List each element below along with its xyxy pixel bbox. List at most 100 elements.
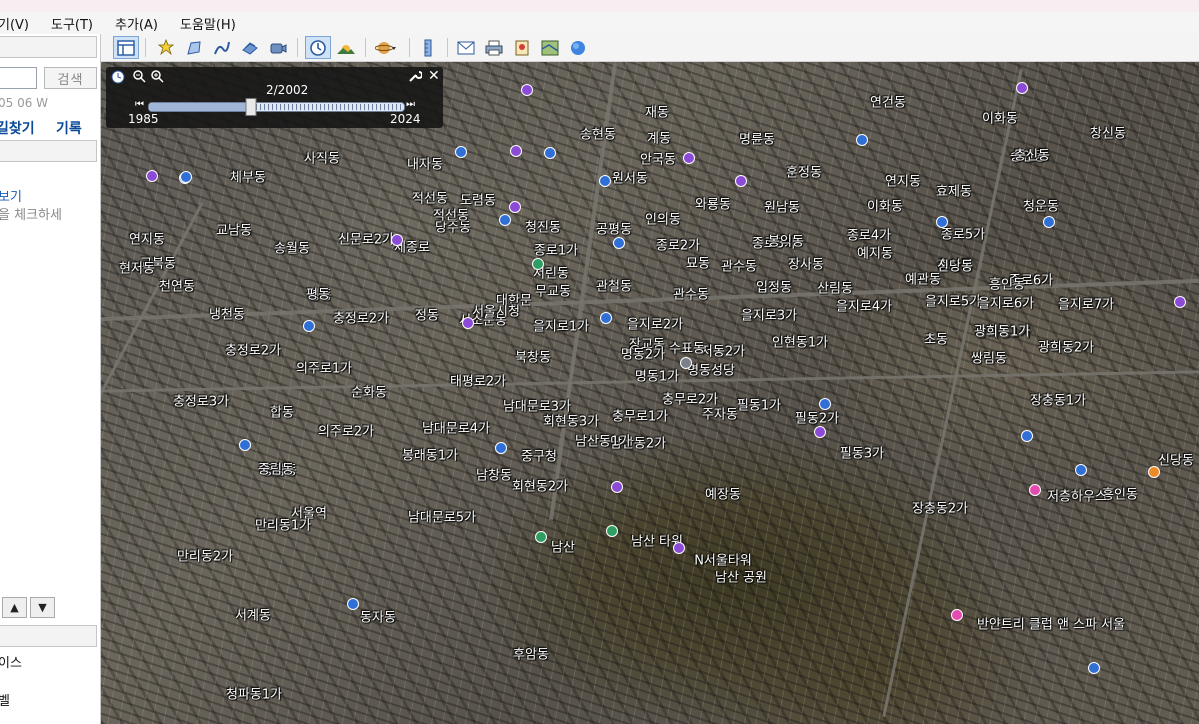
map-place-label[interactable]: 충정로3가 — [173, 391, 229, 410]
map-pin-icon[interactable] — [1075, 464, 1087, 476]
map-place-label[interactable]: 안국동 — [640, 149, 676, 168]
map-place-label[interactable]: 저동2가 — [701, 341, 745, 360]
map-place-label[interactable]: 명동1가 — [635, 366, 679, 385]
map-place-label[interactable]: 내자동 — [407, 154, 443, 173]
map-place-label[interactable]: 쌍림동 — [971, 348, 1007, 367]
menu-view[interactable]: 기(V) — [0, 14, 29, 33]
map-place-label[interactable]: 계동 — [647, 128, 671, 147]
layer-item[interactable]: 이스 — [0, 652, 22, 671]
sunlight-icon[interactable] — [333, 36, 359, 59]
map-pin-icon[interactable] — [303, 320, 315, 332]
map-place-label[interactable]: 연지동 — [129, 229, 165, 248]
map-place-label[interactable]: 종로1가 — [534, 240, 578, 259]
places-panel-header[interactable] — [0, 140, 97, 162]
map-place-label[interactable]: 을지로2가 — [627, 314, 683, 333]
map-place-label[interactable]: 인의동 — [645, 209, 681, 228]
map-place-label[interactable]: 관철동 — [596, 276, 632, 295]
map-place-label[interactable]: 초동 — [924, 329, 948, 348]
map-place-label[interactable]: 정동 — [415, 305, 439, 324]
path-icon[interactable] — [209, 36, 235, 59]
map-place-label[interactable]: 순화동 — [351, 382, 387, 401]
map-place-label[interactable]: 이화동 — [867, 196, 903, 215]
map-place-label[interactable]: 천연동 — [159, 276, 195, 295]
map-place-label[interactable]: 남대문로5가 — [408, 507, 476, 526]
map-pin-icon[interactable] — [347, 598, 359, 610]
map-place-label[interactable]: 남대문로3가 — [503, 396, 571, 415]
map-pin-icon[interactable] — [673, 542, 685, 554]
map-pin-icon[interactable] — [146, 170, 158, 182]
map-pin-icon[interactable] — [599, 175, 611, 187]
map-place-label[interactable]: 을지로5가 — [925, 291, 981, 310]
search-panel-header[interactable] — [0, 36, 97, 58]
map-place-label[interactable]: 회현동2가 — [512, 476, 568, 495]
map-place-label[interactable]: 중구청 — [521, 446, 557, 465]
print-icon[interactable] — [481, 36, 507, 59]
map-place-label[interactable]: 충정로2가 — [225, 340, 281, 359]
view-link[interactable]: 보기 — [0, 186, 22, 205]
map-pin-icon[interactable] — [683, 152, 695, 164]
map-pin-icon[interactable] — [1021, 430, 1033, 442]
search-button[interactable]: 검색 — [44, 67, 97, 89]
map-place-label[interactable]: 체부동 — [230, 167, 266, 186]
map-place-label[interactable]: 봉익동 — [768, 231, 804, 250]
map-place-label[interactable]: 합동 — [270, 402, 294, 421]
map-place-label[interactable]: 이화동 — [982, 108, 1018, 127]
map-pin-icon[interactable] — [680, 357, 692, 369]
map-place-label[interactable]: 동자동 — [360, 607, 396, 626]
map-place-label[interactable]: 북창동 — [515, 347, 551, 366]
map-place-label[interactable]: 의주로2가 — [318, 421, 374, 440]
map-pin-icon[interactable] — [499, 214, 511, 226]
map-place-label[interactable]: 종로4가 — [847, 225, 891, 244]
map-place-label[interactable]: 남대문로4가 — [422, 418, 490, 437]
image-overlay-icon[interactable] — [237, 36, 263, 59]
map-pin-icon[interactable] — [495, 442, 507, 454]
map-place-label[interactable]: 봉래동1가 — [402, 445, 458, 464]
next-date-icon[interactable]: ⏭ — [406, 99, 415, 110]
map-place-label[interactable]: 광희동2가 — [1038, 337, 1094, 356]
map-place-label[interactable]: 교남동 — [216, 220, 252, 239]
map-place-label[interactable]: 만리동2가 — [177, 546, 233, 565]
ruler-icon[interactable] — [415, 36, 441, 59]
map-pin-icon[interactable] — [735, 175, 747, 187]
map-place-label[interactable]: 충신동 — [1014, 145, 1050, 164]
sidebar-toggle-icon[interactable] — [113, 36, 139, 59]
map-pin-icon[interactable] — [510, 145, 522, 157]
map-place-label[interactable]: 필동3가 — [840, 443, 884, 462]
map-place-label[interactable]: 필동2가 — [795, 408, 839, 427]
tab-history[interactable]: 기록 — [56, 118, 82, 138]
map-place-label[interactable]: 인현동1가 — [772, 332, 828, 351]
map-place-label[interactable]: 냉천동 — [209, 304, 245, 323]
map-place-label[interactable]: 남창동 — [476, 465, 512, 484]
record-tour-icon[interactable] — [265, 36, 291, 59]
map-pin-icon[interactable] — [544, 147, 556, 159]
map-place-label[interactable]: 장충동2가 — [912, 498, 968, 517]
map-place-label[interactable]: 사직동 — [304, 148, 340, 167]
map-pin-icon[interactable] — [1088, 662, 1100, 674]
map-pin-icon[interactable] — [391, 234, 403, 246]
map-pin-icon[interactable] — [521, 84, 533, 96]
map-place-label[interactable]: 광희동1가 — [974, 321, 1030, 340]
map-pin-icon[interactable] — [1043, 216, 1055, 228]
map-place-label[interactable]: 무교동 — [535, 281, 571, 300]
map-place-label[interactable]: 장사동 — [788, 254, 824, 273]
map-place-label[interactable]: 예관동 — [905, 269, 941, 288]
menu-tools[interactable]: 도구(T) — [51, 14, 93, 33]
map-place-label[interactable]: 남산 공원 — [715, 567, 767, 586]
map-pin-icon[interactable] — [1148, 466, 1160, 478]
map-place-label[interactable]: 재동 — [645, 102, 669, 121]
close-icon[interactable]: ✕ — [428, 68, 440, 84]
placemark-icon[interactable] — [153, 36, 179, 59]
previous-date-icon[interactable]: ⏮ — [135, 99, 144, 110]
map-place-label[interactable]: 연건동 — [870, 92, 906, 111]
layers-panel-header[interactable] — [0, 625, 97, 647]
map-place-label[interactable]: 창신동 — [1090, 123, 1126, 142]
map-place-label[interactable]: 을지로7가 — [1058, 294, 1114, 313]
map-place-label[interactable]: 적선동 — [433, 205, 469, 224]
map-place-label[interactable]: 흥인동 — [1102, 484, 1138, 503]
map-pin-icon[interactable] — [1016, 82, 1028, 94]
map-place-label[interactable]: 송월동 — [274, 238, 310, 257]
historical-imagery-icon[interactable] — [305, 36, 331, 59]
map-place-label[interactable]: 명동성당 — [687, 360, 735, 379]
map-place-label[interactable]: 관수동 — [673, 284, 709, 303]
map-place-label[interactable]: 반얀트리 클럽 앤 스파 서울 — [977, 614, 1125, 633]
